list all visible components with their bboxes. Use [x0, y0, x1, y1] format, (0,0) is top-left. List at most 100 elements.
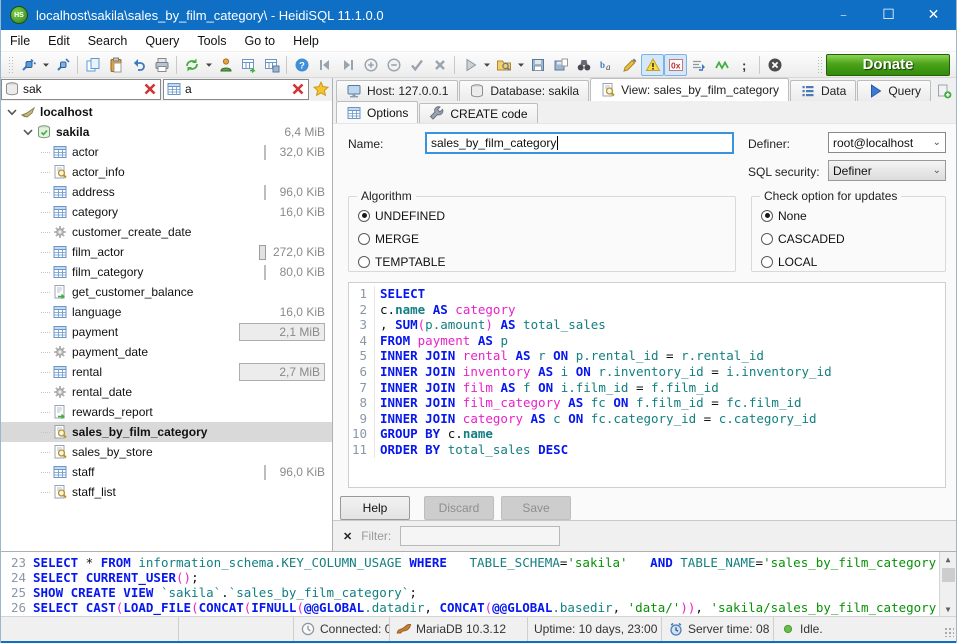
- sql-security-dropdown[interactable]: Definer ⌄: [828, 160, 946, 181]
- tree-item-actor_info[interactable]: actor_info: [1, 162, 332, 182]
- close-filter-icon[interactable]: ✕: [343, 530, 352, 543]
- scroll-up-icon[interactable]: ▲: [946, 552, 951, 567]
- help-button[interactable]: ?: [290, 54, 313, 76]
- tree-item-localhost[interactable]: localhost: [1, 102, 332, 122]
- replace-text-button[interactable]: ba: [595, 54, 618, 76]
- view-sql-editor[interactable]: 1SELECT2c.name AS category3, SUM(p.amoun…: [348, 282, 946, 488]
- subtab-options[interactable]: Options: [336, 101, 418, 123]
- tree-item-rental[interactable]: rental2,7 MiB: [1, 362, 332, 382]
- check-option-radio-none[interactable]: None: [761, 205, 945, 226]
- run-query-button[interactable]: [458, 54, 481, 76]
- check-option-radio-local[interactable]: LOCAL: [761, 251, 945, 272]
- algorithm-radio-merge[interactable]: MERGE: [358, 228, 735, 249]
- load-sql-caret[interactable]: [515, 54, 526, 76]
- clear-database-filter-icon[interactable]: [142, 81, 158, 97]
- tree-item-actor[interactable]: actor32,0 KiB: [1, 142, 332, 162]
- database-filter-input[interactable]: sak: [1, 79, 161, 100]
- post-changes-button[interactable]: [405, 54, 428, 76]
- tree-item-language[interactable]: language16,0 KiB: [1, 302, 332, 322]
- cancel-editing-button[interactable]: [428, 54, 451, 76]
- save-sql-as-button[interactable]: [549, 54, 572, 76]
- load-sql-file-button[interactable]: [492, 54, 515, 76]
- find-text-button[interactable]: [572, 54, 595, 76]
- tree-item-staff_list[interactable]: staff_list: [1, 482, 332, 502]
- table-filter-input[interactable]: a: [163, 79, 309, 100]
- help-action-button[interactable]: Help: [340, 496, 410, 520]
- minimize-button[interactable]: –: [821, 0, 866, 30]
- tree-item-sales_by_film_category[interactable]: sales_by_film_category: [1, 422, 332, 442]
- tree-item-payment_date[interactable]: payment_date: [1, 342, 332, 362]
- user-manager-button[interactable]: [214, 54, 237, 76]
- scroll-thumb[interactable]: [942, 568, 955, 582]
- refresh-caret[interactable]: [203, 54, 214, 76]
- export-tables-button[interactable]: [237, 54, 260, 76]
- tree-item-customer_create_date[interactable]: customer_create_date: [1, 222, 332, 242]
- menu-help[interactable]: Help: [284, 32, 328, 50]
- clear-editor-button[interactable]: [618, 54, 641, 76]
- refresh-button[interactable]: [180, 54, 203, 76]
- tab-data[interactable]: Data: [790, 80, 856, 101]
- expand-chevron-icon[interactable]: [5, 104, 19, 120]
- tree-item-address[interactable]: address96,0 KiB: [1, 182, 332, 202]
- donate-button[interactable]: Donate: [826, 54, 950, 76]
- algorithm-radio-temptable[interactable]: TEMPTABLE: [358, 251, 735, 272]
- session-manager-caret[interactable]: [40, 54, 51, 76]
- definer-combobox[interactable]: root@localhost ⌄: [828, 132, 946, 153]
- tree-item-rental_date[interactable]: rental_date: [1, 382, 332, 402]
- last-record-button[interactable]: [336, 54, 359, 76]
- view-name-input[interactable]: sales_by_film_category: [425, 132, 734, 154]
- tree-item-film_actor[interactable]: film_actor272,0 KiB: [1, 242, 332, 262]
- check-option-radio-cascaded[interactable]: CASCADED: [761, 228, 945, 249]
- paste-button[interactable]: [104, 54, 127, 76]
- delete-row-button[interactable]: [382, 54, 405, 76]
- blob-as-hex-toggle[interactable]: 0x: [664, 54, 687, 76]
- tab-host-127-0-0-1[interactable]: Host: 127.0.0.1: [336, 80, 458, 101]
- toolbar-grip[interactable]: [8, 56, 14, 74]
- menu-tools[interactable]: Tools: [188, 32, 235, 50]
- subtab-create-code[interactable]: CREATE code: [419, 103, 537, 123]
- menu-search[interactable]: Search: [79, 32, 137, 50]
- discard-button[interactable]: Discard: [424, 496, 494, 520]
- run-query-caret[interactable]: [481, 54, 492, 76]
- log-scrollbar[interactable]: ▲ ▼: [939, 552, 956, 616]
- tree-item-film_category[interactable]: film_category80,0 KiB: [1, 262, 332, 282]
- maximize-button[interactable]: ☐: [866, 0, 911, 30]
- tree-item-sakila[interactable]: sakila6,4 MiB: [1, 122, 332, 142]
- filter-input[interactable]: [400, 526, 560, 546]
- tree-item-staff[interactable]: staff96,0 KiB: [1, 462, 332, 482]
- resize-grip[interactable]: [944, 627, 954, 637]
- undo-button[interactable]: [127, 54, 150, 76]
- close-button[interactable]: ✕: [911, 0, 956, 30]
- insert-row-button[interactable]: [359, 54, 382, 76]
- new-connection-button[interactable]: [51, 54, 74, 76]
- favorites-star-icon[interactable]: [311, 81, 331, 97]
- stop-on-errors-toggle[interactable]: [641, 54, 664, 76]
- reformat-sql-button[interactable]: [710, 54, 733, 76]
- clear-table-filter-icon[interactable]: [290, 81, 306, 97]
- tree-item-payment[interactable]: payment2,1 MiB: [1, 322, 332, 342]
- delimiter-button[interactable]: ;: [733, 54, 756, 76]
- tree-item-category[interactable]: category16,0 KiB: [1, 202, 332, 222]
- save-grid-button[interactable]: [260, 54, 283, 76]
- session-manager-button[interactable]: [17, 54, 40, 76]
- first-record-button[interactable]: [313, 54, 336, 76]
- menu-go-to[interactable]: Go to: [236, 32, 285, 50]
- sql-log-panel[interactable]: ▲ ▼ 23SELECT * FROM information_schema.K…: [1, 551, 956, 616]
- insert-parameters-button[interactable]: [687, 54, 710, 76]
- tree-item-get_customer_balance[interactable]: get_customer_balance: [1, 282, 332, 302]
- tab-database-sakila[interactable]: Database: sakila: [459, 80, 589, 101]
- tab-view-sales-by-film-category[interactable]: View: sales_by_film_category: [590, 78, 789, 101]
- tree-item-rewards_report[interactable]: rewards_report: [1, 402, 332, 422]
- menu-file[interactable]: File: [1, 32, 39, 50]
- algorithm-radio-undefined[interactable]: UNDEFINED: [358, 205, 735, 226]
- menu-edit[interactable]: Edit: [39, 32, 79, 50]
- save-sql-button[interactable]: [526, 54, 549, 76]
- print-button[interactable]: [150, 54, 173, 76]
- new-query-tab-button[interactable]: [936, 80, 952, 101]
- stop-button[interactable]: [763, 54, 786, 76]
- expand-chevron-icon[interactable]: [21, 124, 35, 140]
- tab-query[interactable]: Query: [857, 80, 931, 101]
- menu-query[interactable]: Query: [136, 32, 188, 50]
- tree-item-sales_by_store[interactable]: sales_by_store: [1, 442, 332, 462]
- copy-button[interactable]: [81, 54, 104, 76]
